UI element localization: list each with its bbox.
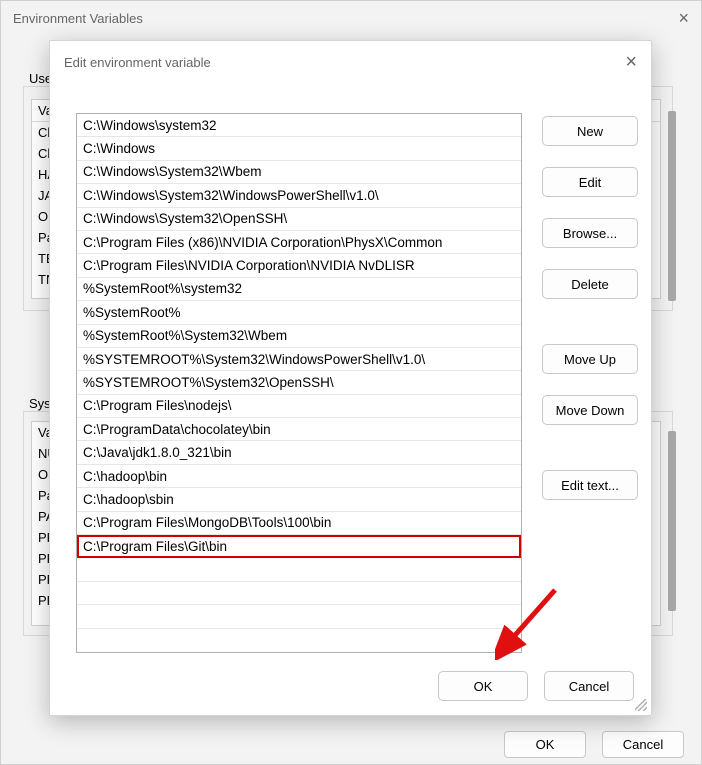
path-entry-empty[interactable] bbox=[77, 605, 521, 628]
path-entry[interactable]: C:\Program Files (x86)\NVIDIA Corporatio… bbox=[77, 231, 521, 254]
delete-button[interactable]: Delete bbox=[542, 269, 638, 299]
close-icon[interactable]: × bbox=[678, 9, 689, 27]
path-entry[interactable]: C:\Windows\system32 bbox=[77, 114, 521, 137]
path-entry[interactable]: C:\Windows\System32\Wbem bbox=[77, 161, 521, 184]
path-entry[interactable]: C:\Windows\System32\OpenSSH\ bbox=[77, 208, 521, 231]
path-entry[interactable]: C:\Windows\System32\WindowsPowerShell\v1… bbox=[77, 184, 521, 207]
edit-text-button[interactable]: Edit text... bbox=[542, 470, 638, 500]
env-vars-titlebar: Environment Variables × bbox=[1, 1, 701, 35]
move-down-button[interactable]: Move Down bbox=[542, 395, 638, 425]
scrollbar-thumb[interactable] bbox=[668, 431, 676, 611]
path-entry[interactable]: C:\hadoop\bin bbox=[77, 465, 521, 488]
path-entry-empty[interactable] bbox=[77, 582, 521, 605]
ok-button[interactable]: OK bbox=[438, 671, 528, 701]
path-entry[interactable]: %SystemRoot%\system32 bbox=[77, 278, 521, 301]
path-entry[interactable]: C:\Windows bbox=[77, 137, 521, 160]
path-entry[interactable]: C:\Program Files\Git\bin bbox=[77, 535, 521, 558]
env-vars-title: Environment Variables bbox=[13, 11, 143, 26]
path-entry[interactable]: C:\Program Files\nodejs\ bbox=[77, 395, 521, 418]
path-entry[interactable]: C:\hadoop\sbin bbox=[77, 488, 521, 511]
path-entry[interactable]: C:\Java\jdk1.8.0_321\bin bbox=[77, 441, 521, 464]
edit-env-var-titlebar: Edit environment variable × bbox=[50, 41, 651, 83]
path-entry[interactable]: %SYSTEMROOT%\System32\OpenSSH\ bbox=[77, 371, 521, 394]
new-button[interactable]: New bbox=[542, 116, 638, 146]
edit-env-var-title: Edit environment variable bbox=[64, 55, 211, 70]
path-entry[interactable]: %SystemRoot%\System32\Wbem bbox=[77, 325, 521, 348]
ok-button[interactable]: OK bbox=[504, 731, 586, 758]
path-entry[interactable]: C:\ProgramData\chocolatey\bin bbox=[77, 418, 521, 441]
browse-button[interactable]: Browse... bbox=[542, 218, 638, 248]
close-icon[interactable]: × bbox=[625, 52, 637, 72]
path-entry[interactable]: C:\Program Files\NVIDIA Corporation\NVID… bbox=[77, 254, 521, 277]
edit-button[interactable]: Edit bbox=[542, 167, 638, 197]
cancel-button[interactable]: Cancel bbox=[602, 731, 684, 758]
move-up-button[interactable]: Move Up bbox=[542, 344, 638, 374]
path-entry[interactable]: C:\Program Files\MongoDB\Tools\100\bin bbox=[77, 512, 521, 535]
cancel-button[interactable]: Cancel bbox=[544, 671, 634, 701]
resize-grip-icon[interactable] bbox=[635, 699, 647, 711]
path-entry[interactable]: %SystemRoot% bbox=[77, 301, 521, 324]
path-entry[interactable]: %SYSTEMROOT%\System32\WindowsPowerShell\… bbox=[77, 348, 521, 371]
path-listbox[interactable]: C:\Windows\system32C:\WindowsC:\Windows\… bbox=[76, 113, 522, 653]
path-entry-empty[interactable] bbox=[77, 558, 521, 581]
scrollbar-thumb[interactable] bbox=[668, 111, 676, 301]
edit-env-var-dialog: Edit environment variable × C:\Windows\s… bbox=[49, 40, 652, 716]
